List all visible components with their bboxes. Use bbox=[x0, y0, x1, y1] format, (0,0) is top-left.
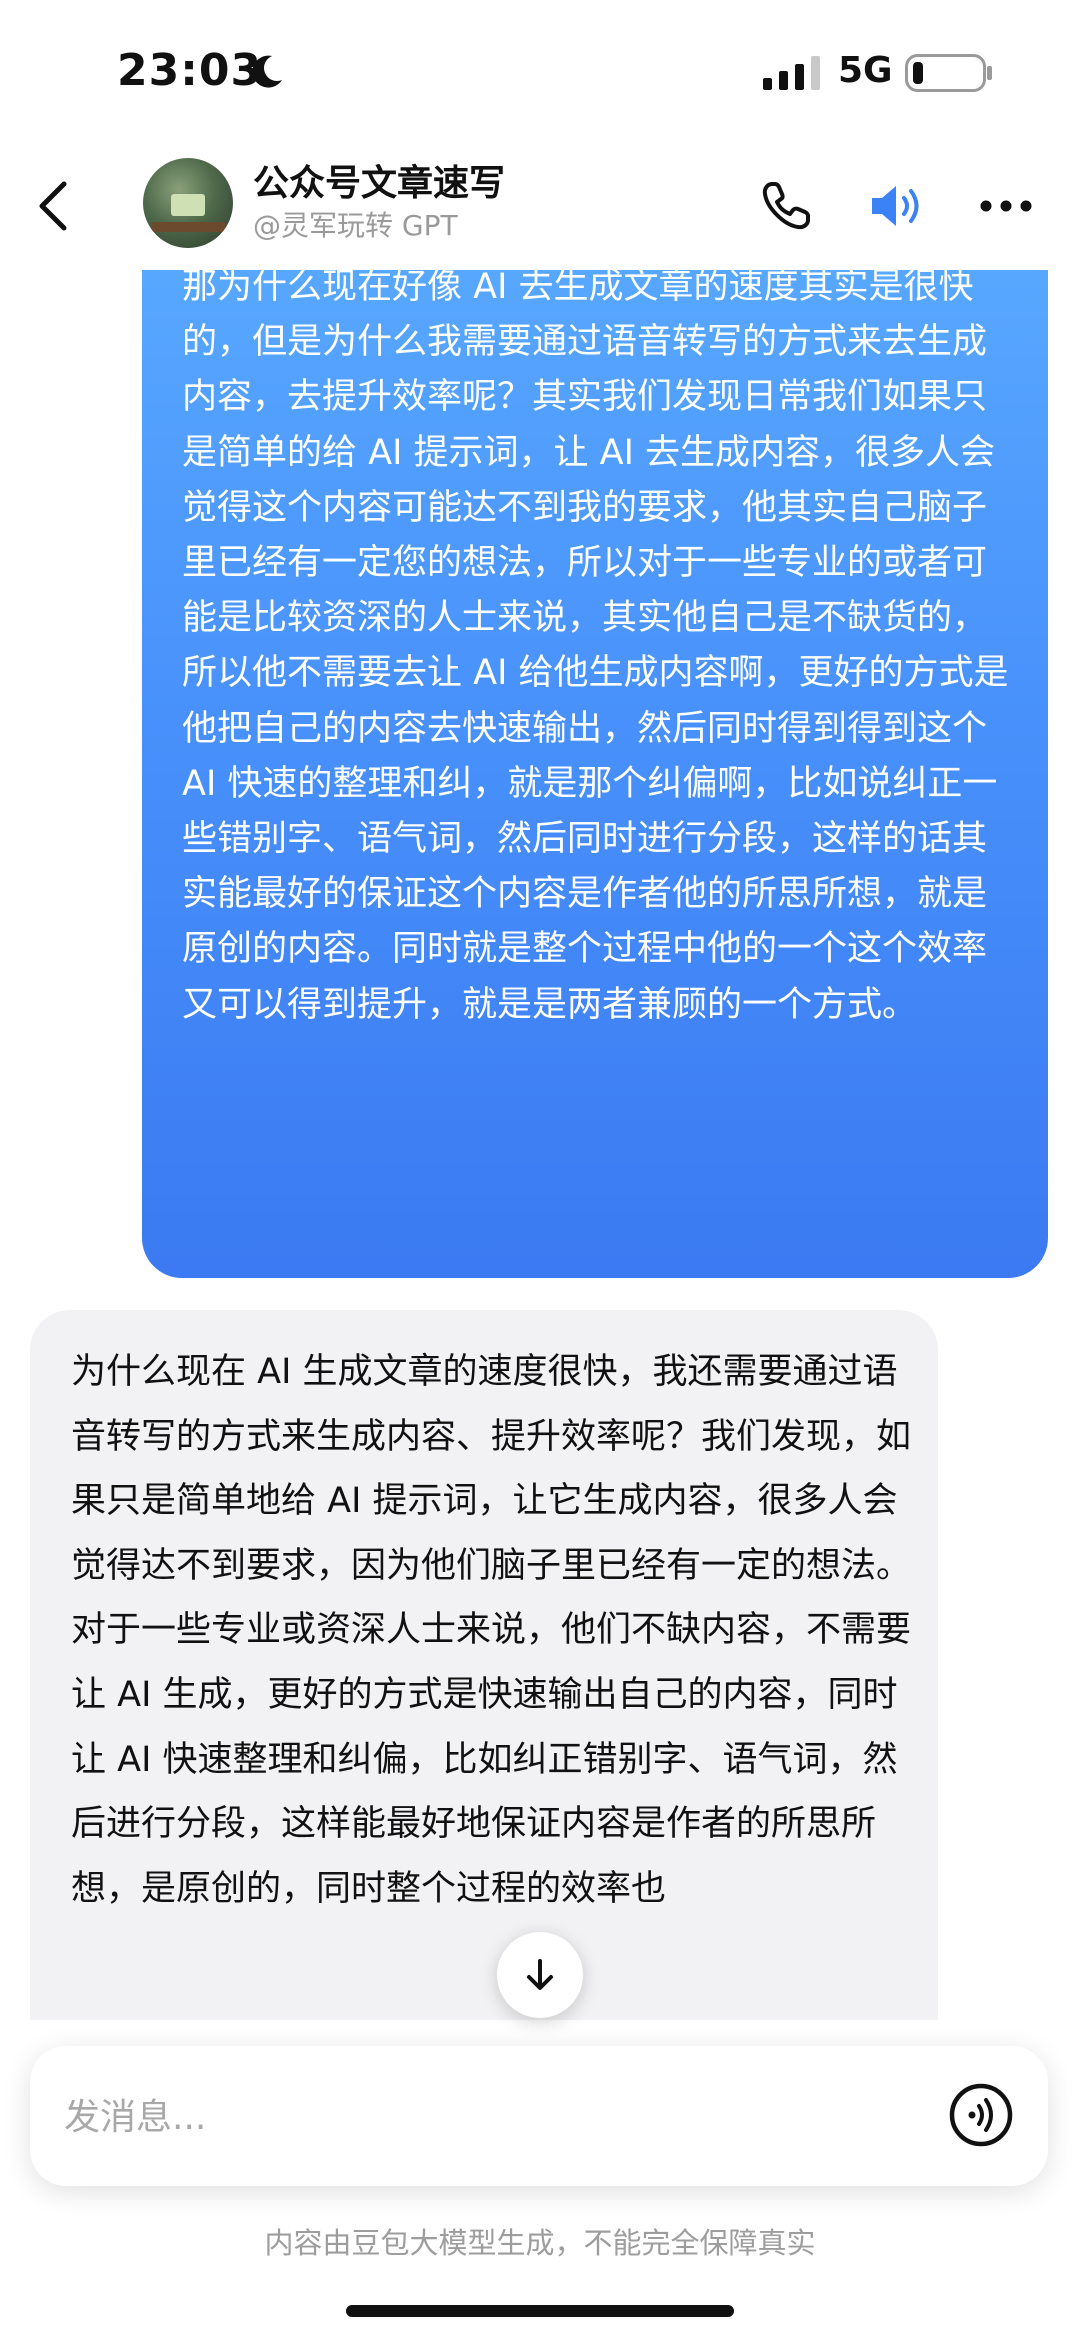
message-input[interactable] bbox=[62, 2080, 926, 2154]
home-indicator[interactable] bbox=[346, 2305, 734, 2317]
more-dots-icon[interactable] bbox=[978, 198, 1034, 214]
status-bar: 23:03 5G bbox=[0, 0, 1080, 140]
speaker-icon[interactable] bbox=[866, 176, 930, 236]
user-message-bubble[interactable]: 那为什么现在好像 AI 去生成文章的速度其实是很快的，但是为什么我需要通过语音转… bbox=[142, 250, 1048, 1278]
chat-title: 公众号文章速写 bbox=[253, 163, 506, 204]
moon-icon bbox=[252, 55, 282, 88]
arrow-down-icon bbox=[527, 1959, 553, 1990]
battery-icon bbox=[905, 54, 992, 92]
ai-disclaimer: 内容由豆包大模型生成，不能完全保障真实 bbox=[264, 2226, 816, 2260]
chat-header: 公众号文章速写 @灵军玩转 GPT bbox=[0, 140, 1080, 270]
network-type: 5G bbox=[838, 50, 893, 91]
chat-subtitle: @灵军玩转 GPT bbox=[253, 209, 458, 242]
avatar[interactable] bbox=[143, 158, 233, 248]
status-time: 23:03 bbox=[117, 45, 263, 96]
message-input-bar[interactable] bbox=[30, 2046, 1048, 2186]
voice-wave-icon[interactable] bbox=[948, 2082, 1014, 2148]
chevron-left-icon[interactable] bbox=[28, 170, 80, 242]
scroll-to-bottom-button[interactable] bbox=[497, 1932, 583, 2018]
phone-icon[interactable] bbox=[756, 176, 816, 236]
cellular-signal-icon bbox=[763, 56, 820, 90]
user-message-text: 那为什么现在好像 AI 去生成文章的速度其实是很快的，但是为什么我需要通过语音转… bbox=[182, 267, 1009, 1025]
assistant-message-text: 为什么现在 AI 生成文章的速度很快，我还需要通过语音转写的方式来生成内容、提升… bbox=[71, 1352, 912, 1909]
